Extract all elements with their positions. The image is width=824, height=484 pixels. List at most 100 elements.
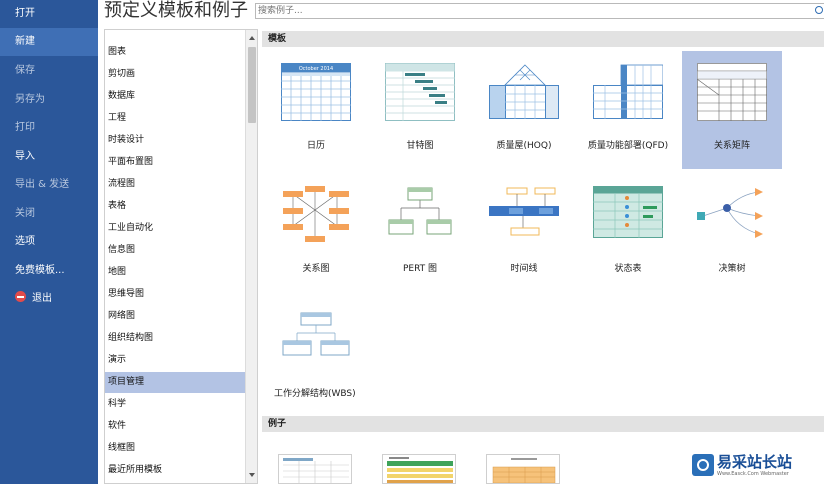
nav-free-templates-label: 免费模板... — [15, 265, 65, 276]
example-thumbnail-2-image — [387, 457, 453, 483]
category-item-software[interactable]: 软件 — [105, 416, 245, 437]
category-item-flowchart[interactable]: 流程图 — [105, 174, 245, 195]
qfd-thumbnail-icon — [593, 64, 663, 119]
category-item-fashion[interactable]: 时装设计 — [105, 130, 245, 151]
category-item-wireframe[interactable]: 线框图 — [105, 438, 245, 459]
nav-save-as-label: 另存为 — [15, 94, 45, 105]
category-item-org-chart[interactable]: 组织结构图 — [105, 328, 245, 349]
site-watermark: 易采站长站 Www.Easck.Com Webmaster — [690, 450, 824, 484]
template-relation-diagram[interactable]: 关系图 — [266, 174, 366, 292]
category-item-presentation[interactable]: 演示 — [105, 350, 245, 371]
nav-export-send-label: 导出 & 发送 — [15, 179, 70, 190]
page-title: 预定义模板和例子 — [104, 0, 248, 21]
pert-thumbnail-icon — [388, 187, 452, 235]
template-pert-label: PERT 图 — [402, 264, 438, 274]
scroll-down-arrow-icon[interactable] — [249, 473, 255, 477]
example-thumbnail-1-image — [283, 458, 349, 483]
template-gallery: 模板 October 2014 日历 甘特图 质量屋(HOQ) 质量功能部署(Q… — [262, 29, 824, 484]
example-thumbnail-3-image — [492, 458, 556, 483]
examples-section-header: 例子 — [262, 416, 824, 432]
template-timeline-label: 时间线 — [510, 264, 538, 274]
category-list: 卡片 图表 剪切画 数据库 工程 时装设计 平面布置图 流程图 表格 工业自动化… — [104, 29, 258, 484]
backstage-nav: 打开 新建 保存 另存为 打印 导入 导出 & 发送 关闭 选项 免费模板...… — [0, 0, 98, 484]
nav-open[interactable]: 打开 — [0, 0, 98, 28]
category-item-map[interactable]: 地图 — [105, 262, 245, 283]
timeline-thumbnail-icon — [489, 187, 559, 236]
example-thumbnail-3[interactable] — [486, 454, 560, 484]
template-status-table[interactable]: 状态表 — [578, 174, 678, 292]
template-gantt-label: 甘特图 — [406, 141, 434, 151]
scroll-thumb[interactable] — [248, 47, 256, 123]
template-relation-diagram-label: 关系图 — [302, 264, 330, 274]
template-wbs[interactable]: 工作分解结构(WBS) — [266, 299, 406, 417]
watermark-subtext: Www.Easck.Com Webmaster — [717, 471, 789, 477]
nav-import-label: 导入 — [15, 151, 35, 162]
category-scrollbar[interactable] — [245, 30, 257, 483]
category-item-project-management[interactable]: 项目管理 — [105, 372, 245, 393]
template-hoq[interactable]: 质量屋(HOQ) — [474, 51, 574, 169]
category-item-cards[interactable]: 卡片 — [105, 30, 245, 38]
search-icon[interactable] — [815, 6, 823, 14]
template-pert[interactable]: PERT 图 — [370, 174, 470, 292]
template-calendar[interactable]: October 2014 日历 — [266, 51, 366, 169]
templates-section-header: 模板 — [262, 31, 824, 47]
nav-options-label: 选项 — [15, 236, 35, 247]
nav-options[interactable]: 选项 — [0, 228, 98, 256]
category-item-industrial-automation[interactable]: 工业自动化 — [105, 218, 245, 239]
search-box[interactable] — [255, 3, 824, 19]
calendar-thumbnail-icon: October 2014 — [281, 63, 351, 121]
category-item-database[interactable]: 数据库 — [105, 86, 245, 107]
category-item-engineering[interactable]: 工程 — [105, 108, 245, 129]
nav-exit[interactable]: 退出 — [0, 285, 98, 313]
status-table-thumbnail-icon — [593, 186, 663, 238]
nav-open-label: 打开 — [15, 8, 35, 19]
calendar-caption: October 2014 — [299, 66, 333, 72]
template-wbs-label: 工作分解结构(WBS) — [274, 389, 356, 399]
category-item-recent-templates[interactable]: 最近所用模板 — [105, 460, 245, 481]
example-thumbnail-1[interactable] — [278, 454, 352, 484]
watermark-text: 易采站长站 — [717, 453, 793, 471]
category-item-network[interactable]: 网络图 — [105, 306, 245, 327]
relation-matrix-thumbnail-icon — [697, 63, 767, 121]
category-item-forms[interactable]: 表格 — [105, 196, 245, 217]
category-item-floor-plan[interactable]: 平面布置图 — [105, 152, 245, 173]
nav-new[interactable]: 新建 — [0, 28, 98, 56]
category-item-mind-map[interactable]: 思维导图 — [105, 284, 245, 305]
template-decision-tree[interactable]: 决策树 — [682, 174, 782, 292]
template-relation-matrix-label: 关系矩阵 — [713, 141, 750, 151]
template-qfd-label: 质量功能部署(QFD) — [587, 141, 669, 151]
scroll-up-arrow-icon[interactable] — [249, 36, 255, 40]
template-hoq-label: 质量屋(HOQ) — [496, 141, 552, 151]
house-of-quality-thumbnail-icon — [489, 64, 559, 119]
nav-export-send[interactable]: 导出 & 发送 — [0, 171, 98, 199]
nav-import[interactable]: 导入 — [0, 143, 98, 171]
nav-new-label: 新建 — [15, 36, 35, 47]
nav-close-label: 关闭 — [15, 208, 35, 219]
category-item-clipart[interactable]: 剪切画 — [105, 64, 245, 85]
relation-diagram-thumbnail-icon — [283, 186, 349, 242]
template-status-table-label: 状态表 — [614, 264, 642, 274]
gantt-thumbnail-icon — [385, 63, 455, 121]
category-item-science[interactable]: 科学 — [105, 394, 245, 415]
exit-icon — [15, 291, 26, 302]
template-calendar-label: 日历 — [306, 141, 325, 151]
template-timeline[interactable]: 时间线 — [474, 174, 574, 292]
nav-save[interactable]: 保存 — [0, 57, 98, 85]
category-item-charts[interactable]: 图表 — [105, 42, 245, 63]
nav-exit-label: 退出 — [32, 293, 52, 304]
nav-save-label: 保存 — [15, 65, 35, 76]
nav-print[interactable]: 打印 — [0, 114, 98, 142]
template-gantt[interactable]: 甘特图 — [370, 51, 470, 169]
category-item-infographic[interactable]: 信息图 — [105, 240, 245, 261]
nav-print-label: 打印 — [15, 122, 35, 133]
search-input[interactable] — [258, 4, 798, 18]
example-thumbnail-2[interactable] — [382, 454, 456, 484]
nav-free-templates[interactable]: 免费模板... — [0, 257, 98, 285]
nav-close[interactable]: 关闭 — [0, 200, 98, 228]
decision-tree-thumbnail-icon — [697, 188, 763, 238]
nav-save-as[interactable]: 另存为 — [0, 86, 98, 114]
template-relation-matrix[interactable]: 关系矩阵 — [682, 51, 782, 169]
template-qfd[interactable]: 质量功能部署(QFD) — [578, 51, 678, 169]
template-decision-tree-label: 决策树 — [718, 264, 746, 274]
watermark-logo-icon — [692, 454, 714, 476]
